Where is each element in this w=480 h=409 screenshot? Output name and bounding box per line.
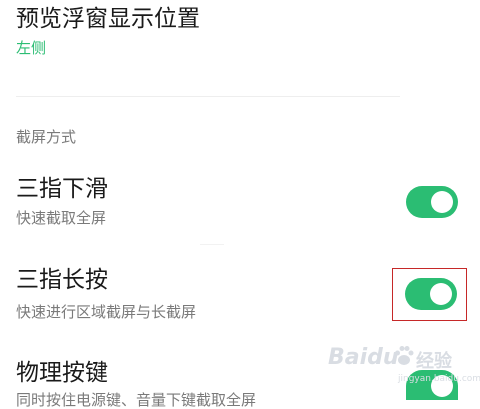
preview-position-value[interactable]: 左侧 xyxy=(16,41,46,56)
three-finger-long-press-title: 三指长按 xyxy=(16,267,108,293)
watermark-brand: Baidu xyxy=(328,345,399,370)
three-finger-swipe-subtitle: 快速截取全屏 xyxy=(16,209,107,227)
watermark-url: jingyan.baidu.com xyxy=(398,374,480,384)
three-finger-swipe-toggle[interactable] xyxy=(406,186,458,218)
physical-buttons-subtitle: 同时按住电源键、音量下键截取全屏 xyxy=(16,391,257,409)
three-finger-long-press-subtitle: 快速进行区域截屏与长截屏 xyxy=(16,303,197,321)
three-finger-long-press-toggle[interactable] xyxy=(405,278,457,310)
baidu-watermark: Baidu 经验 jingyan.baidu.com xyxy=(328,343,480,393)
preview-position-title[interactable]: 预览浮窗显示位置 xyxy=(16,8,200,31)
three-finger-swipe-title: 三指下滑 xyxy=(16,176,108,202)
watermark-brand-cn: 经验 xyxy=(416,351,452,372)
physical-buttons-title: 物理按键 xyxy=(16,360,108,386)
paw-icon xyxy=(395,346,414,365)
divider xyxy=(200,244,224,245)
divider xyxy=(16,96,400,97)
toggle-knob xyxy=(430,283,452,305)
toggle-knob xyxy=(431,191,453,213)
section-label-screenshot-method: 截屏方式 xyxy=(16,128,77,146)
